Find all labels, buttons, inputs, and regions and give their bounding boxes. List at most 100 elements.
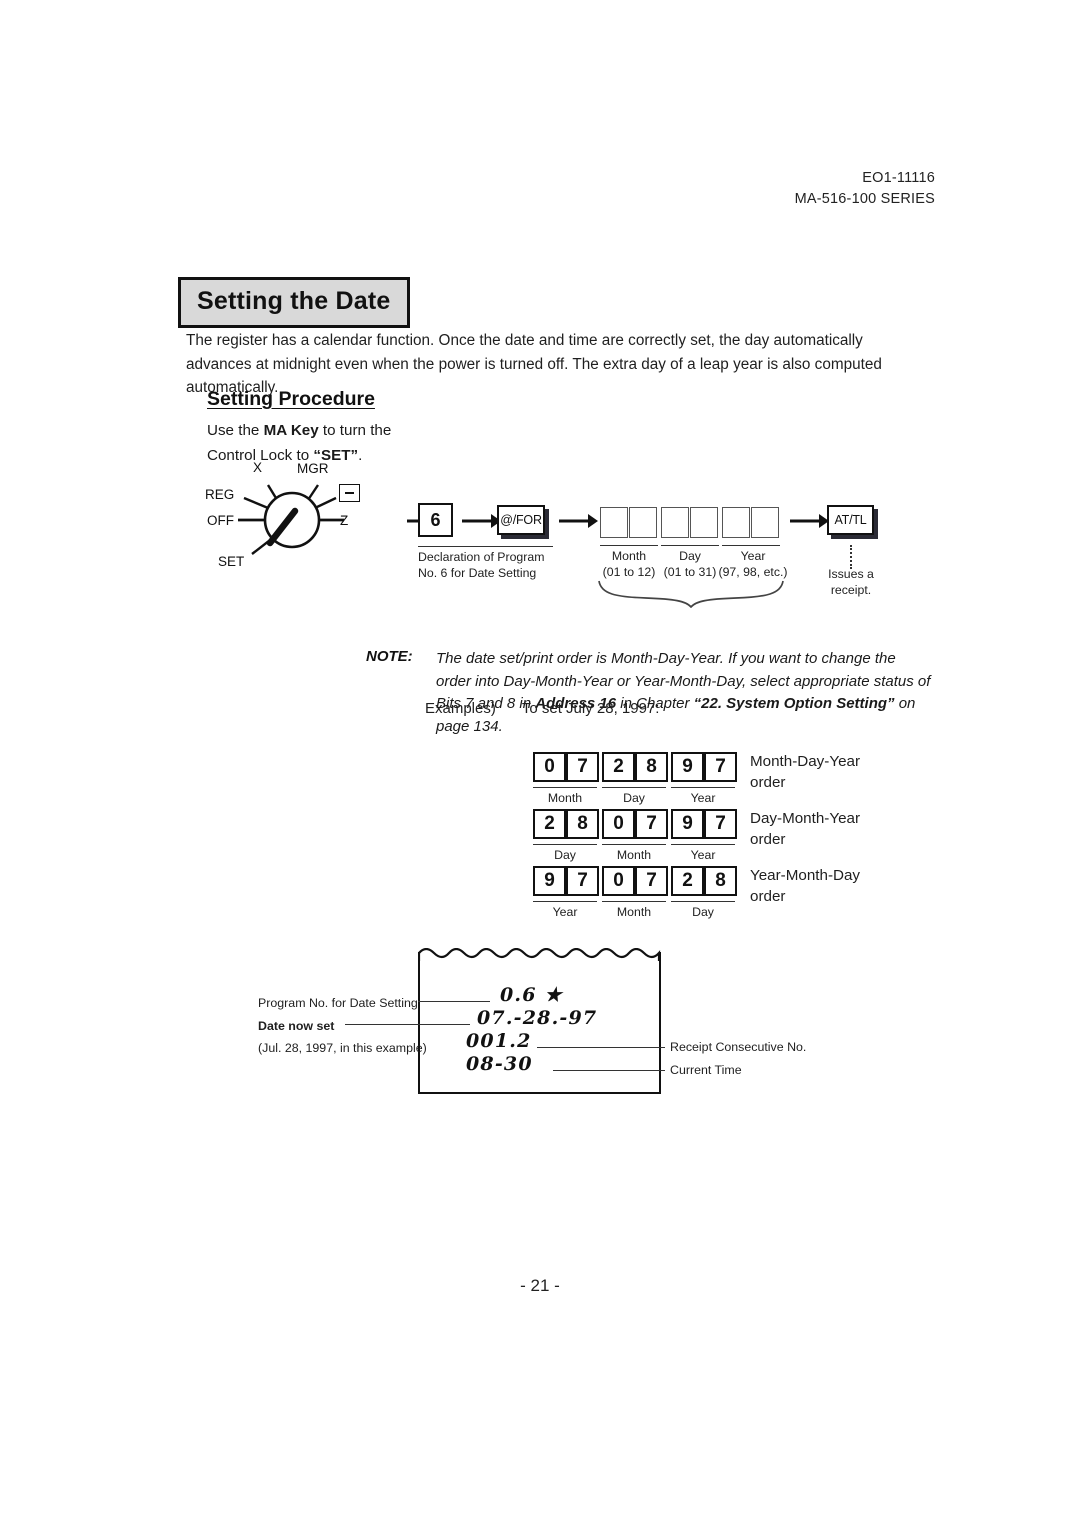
callout-current-time: Current Time	[670, 1063, 742, 1077]
example3-rule-2	[602, 901, 666, 902]
entry-box-5[interactable]	[722, 507, 750, 538]
example3-group-label-3: Day	[692, 905, 714, 919]
year-range: (97, 98, etc.)	[718, 565, 788, 579]
sequence-arrow-4	[789, 512, 829, 530]
example2-digit-5: 9	[671, 809, 704, 839]
examples-target-date: To set July 28, 1997:	[521, 700, 660, 717]
example1-digit-5: 9	[671, 752, 704, 782]
leader-consecutive-no	[537, 1047, 665, 1048]
callout-date-example: (Jul. 28, 1997, in this example)	[258, 1041, 427, 1055]
instruction-text-mid: to turn the	[318, 422, 392, 439]
example1-order-line2: order	[750, 774, 786, 791]
example3-rule-1	[533, 901, 597, 902]
callout-date-now-set: Date now set	[258, 1019, 335, 1033]
month-range: (01 to 12)	[602, 565, 656, 579]
example3-digit-5: 2	[671, 866, 704, 896]
example2-order-line1: Day-Month-Year	[750, 810, 861, 827]
dial-label-reg[interactable]: REG	[205, 487, 234, 502]
note-label: NOTE:	[366, 648, 413, 665]
example3-order-caption: Year-Month-Day order	[750, 865, 860, 907]
dial-label-mgr[interactable]: MGR	[297, 461, 329, 476]
entry-box-2[interactable]	[629, 507, 657, 538]
sequence-arrow-2	[461, 512, 501, 530]
entry-box-3[interactable]	[661, 507, 689, 538]
example3-group-label-1: Year	[552, 905, 578, 919]
example2-digit-2: 8	[566, 809, 599, 839]
dial-label-x[interactable]: X	[253, 460, 262, 475]
note-chapter-ref: “22. System Option Setting”	[693, 695, 895, 712]
declaration-caption: Declaration of Program No. 6 for Date Se…	[418, 549, 544, 581]
key-at-for[interactable]: @/FOR	[497, 505, 545, 535]
example1-digit-4: 8	[635, 752, 668, 782]
example2-digit-6: 7	[704, 809, 737, 839]
dial-label-set[interactable]: SET	[218, 554, 244, 569]
examples-intro: Examples) To set July 28, 1997:	[425, 700, 659, 717]
example3-digit-6: 8	[704, 866, 737, 896]
example3-digit-4: 7	[635, 866, 668, 896]
declaration-caption-line1: Declaration of Program	[418, 550, 545, 564]
year-rule	[722, 545, 780, 546]
key-program-number[interactable]: 6	[418, 503, 453, 537]
dial-label-off[interactable]: OFF	[207, 513, 234, 528]
example1-group-label-1: Month	[547, 791, 583, 805]
receipt-line-3: 001.2	[466, 1030, 532, 1052]
issues-receipt-line1: Issues a	[828, 567, 874, 581]
leader-current-time	[553, 1070, 665, 1071]
example3-order-line2: order	[750, 888, 786, 905]
control-lock-dial: X MGR REG OFF SET Z	[196, 455, 391, 580]
leader-date-now-set	[345, 1024, 470, 1025]
callout-program-no: Program No. for Date Setting	[258, 996, 418, 1010]
example3-digit-3: 0	[602, 866, 635, 896]
entry-box-4[interactable]	[690, 507, 718, 538]
example1-order-caption: Month-Day-Year order	[750, 751, 860, 793]
example2-order-caption: Day-Month-Year order	[750, 808, 860, 850]
entry-box-1[interactable]	[600, 507, 628, 538]
receipt-line-4: 08-30	[466, 1053, 533, 1075]
month-label: Month	[611, 549, 647, 563]
day-label: Day	[679, 549, 701, 563]
instruction-text-pre: Use the	[207, 422, 264, 439]
day-range: (01 to 31)	[663, 565, 717, 579]
dial-label-z[interactable]: Z	[340, 513, 348, 528]
example3-rule-3	[671, 901, 735, 902]
example2-group-label-3: Year	[690, 848, 716, 862]
day-rule	[661, 545, 719, 546]
declaration-rule	[418, 546, 553, 547]
note-text: The date set/print order is Month-Day-Ye…	[436, 648, 932, 738]
example3-digit-1: 9	[533, 866, 566, 896]
year-label: Year	[740, 549, 766, 563]
examples-label: Examples)	[425, 700, 496, 717]
example2-digit-1: 2	[533, 809, 566, 839]
example2-digit-3: 0	[602, 809, 635, 839]
setting-procedure-heading: Setting Procedure	[207, 388, 375, 410]
receipt-line-1: 0.6 ★	[500, 984, 563, 1006]
receipt-torn-edge	[417, 947, 661, 962]
key-at-tl[interactable]: AT/TL	[827, 505, 874, 535]
minus-glyph	[345, 491, 354, 495]
declaration-caption-line2: No. 6 for Date Setting	[418, 566, 537, 580]
example1-rule-1	[533, 787, 597, 788]
example3-digit-2: 7	[566, 866, 599, 896]
issues-receipt-line2: receipt.	[830, 583, 872, 597]
example3-order-line1: Year-Month-Day	[750, 867, 861, 884]
example3-group-label-2: Month	[616, 905, 652, 919]
example2-rule-3	[671, 844, 735, 845]
day-caption: Day (01 to 31)	[656, 548, 724, 580]
minus-key-icon[interactable]	[339, 484, 360, 502]
example2-group-label-1: Day	[554, 848, 576, 862]
page-number: - 21 -	[520, 1276, 560, 1295]
example1-rule-2	[602, 787, 666, 788]
example2-order-line2: order	[750, 831, 786, 848]
example1-digit-1: 0	[533, 752, 566, 782]
example1-group-label-2: Day	[623, 791, 645, 805]
example1-order-line1: Month-Day-Year	[750, 753, 861, 770]
sequence-arrow-3	[558, 512, 598, 530]
page-header: EO1-11116 MA-516-100 SERIES	[0, 168, 935, 210]
example1-rule-3	[671, 787, 735, 788]
page-title: Setting the Date	[178, 277, 410, 328]
document-series: MA-516-100 SERIES	[794, 191, 935, 207]
year-caption: Year (97, 98, etc.)	[717, 548, 789, 580]
document-code: EO1-11116	[862, 170, 935, 186]
example1-digit-2: 7	[566, 752, 599, 782]
entry-box-6[interactable]	[751, 507, 779, 538]
